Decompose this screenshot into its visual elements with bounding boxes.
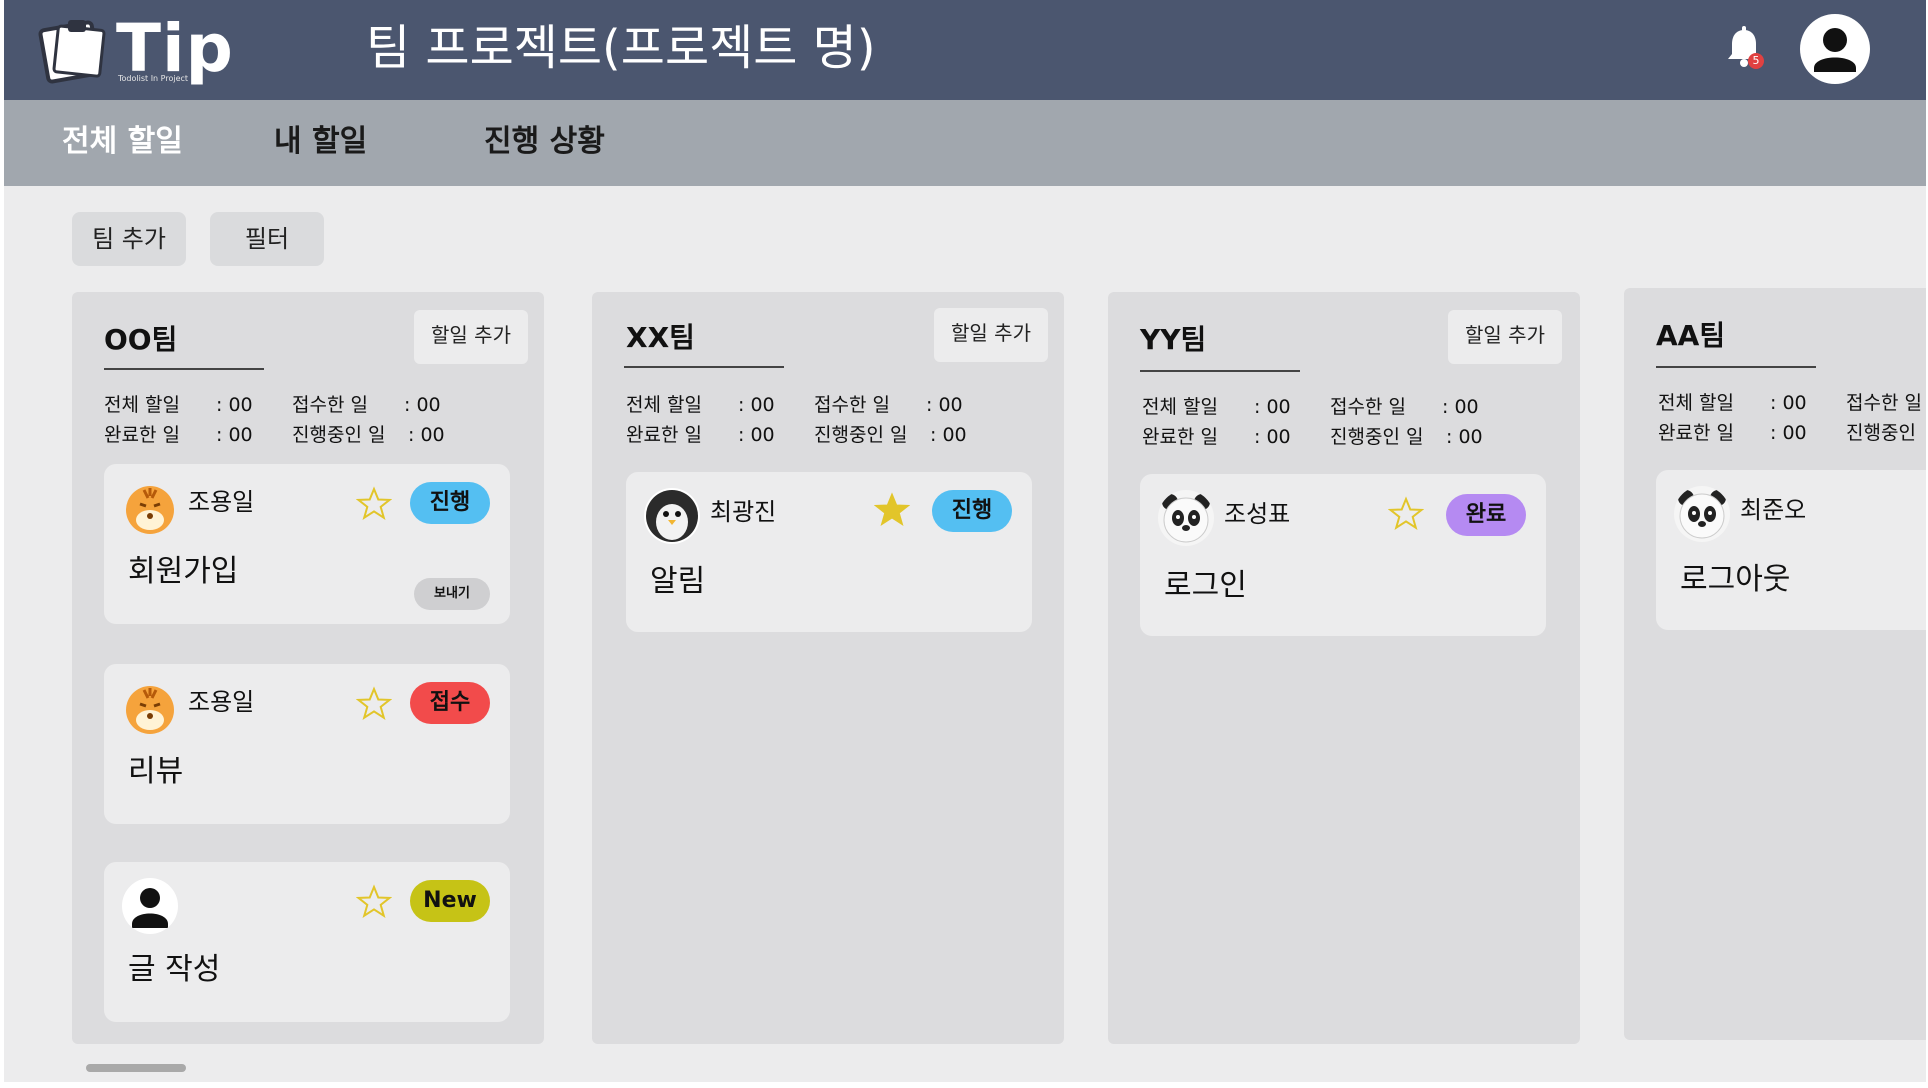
task-title: 로그아웃	[1680, 562, 1791, 597]
stat-progress-label: 진행중인 일	[814, 424, 908, 446]
stat-progress-value: : 00	[1446, 426, 1483, 448]
stat-total-label: 전체 할일	[104, 394, 180, 416]
task-title: 로그인	[1164, 568, 1247, 603]
main-nav: 전체 할일 내 할일 진행 상황	[4, 100, 1926, 186]
stat-total-value: : 00	[738, 394, 775, 416]
notification-count-badge: 5	[1748, 53, 1764, 69]
stat-received-label: 접수한 일	[1846, 392, 1922, 414]
user-avatar-icon	[1814, 28, 1856, 72]
penguin-avatar-icon	[644, 488, 700, 544]
logo-subtitle: Todolist In Project	[118, 74, 189, 83]
title-underline	[624, 366, 784, 368]
stat-done-label: 완료한 일	[1142, 426, 1218, 448]
add-task-button[interactable]: 할일 추가	[414, 310, 528, 364]
task-card[interactable]: 최광진 진행 알림	[626, 472, 1032, 632]
stat-done-value: : 00	[738, 424, 775, 446]
stat-progress-value: : 00	[408, 424, 445, 446]
title-underline	[1140, 370, 1300, 372]
stat-done-label: 완료한 일	[104, 424, 180, 446]
clipboard-logo-icon	[38, 20, 106, 84]
title-underline	[1656, 366, 1816, 368]
panda-avatar-icon	[1674, 486, 1730, 542]
star-icon[interactable]	[356, 884, 392, 920]
status-badge[interactable]: 완료	[1446, 494, 1526, 536]
stat-progress-label: 진행중인	[1846, 422, 1916, 444]
team-title: AA팀	[1656, 319, 1726, 352]
stat-total-value: : 00	[216, 394, 253, 416]
stat-done-value: : 00	[1770, 422, 1807, 444]
status-badge[interactable]: 진행	[932, 490, 1012, 532]
stat-received-label: 접수한 일	[814, 394, 890, 416]
add-team-button[interactable]: 팀 추가	[72, 212, 186, 266]
stat-received-label: 접수한 일	[292, 394, 368, 416]
tab-progress[interactable]: 진행 상황	[484, 122, 605, 162]
stat-total-value: : 00	[1770, 392, 1807, 414]
stat-done-label: 완료한 일	[1658, 422, 1734, 444]
star-icon[interactable]	[1388, 496, 1424, 532]
stat-progress-label: 진행중인 일	[292, 424, 386, 446]
add-task-button[interactable]: 할일 추가	[934, 308, 1048, 362]
send-button[interactable]: 보내기	[414, 578, 490, 610]
title-underline	[104, 368, 264, 370]
top-header: Tip Todolist In Project 팀 프로젝트(프로젝트 명) 5	[4, 0, 1926, 100]
app-frame: Tip Todolist In Project 팀 프로젝트(프로젝트 명) 5…	[4, 0, 1926, 1082]
stat-received-value: : 00	[404, 394, 441, 416]
task-card[interactable]: 조용일 접수 리뷰	[104, 664, 510, 824]
task-title: 글 작성	[128, 952, 221, 987]
stat-received-label: 접수한 일	[1330, 396, 1406, 418]
project-title: 팀 프로젝트(프로젝트 명)	[366, 20, 876, 76]
tiger-avatar-icon	[122, 480, 178, 536]
task-title: 회원가입	[128, 554, 239, 589]
stat-total-label: 전체 할일	[1658, 392, 1734, 414]
assignee-name: 조용일	[188, 688, 255, 716]
task-card[interactable]: 최준오 로그아웃	[1656, 470, 1926, 630]
stat-progress-value: : 00	[930, 424, 967, 446]
stat-total-value: : 00	[1254, 396, 1291, 418]
filter-button[interactable]: 필터	[210, 212, 324, 266]
task-card[interactable]: 조용일 진행 회원가입 보내기	[104, 464, 510, 624]
team-title: YY팀	[1140, 323, 1207, 356]
team-column-oo: OO팀 할일 추가 전체 할일 : 00 접수한 일 : 00 완료한 일 : …	[72, 292, 544, 1044]
stat-total-label: 전체 할일	[1142, 396, 1218, 418]
stat-received-value: : 00	[926, 394, 963, 416]
user-avatar-icon	[122, 878, 178, 934]
team-title: XX팀	[626, 321, 695, 354]
team-title: OO팀	[104, 323, 178, 356]
status-badge[interactable]: 접수	[410, 682, 490, 724]
stat-done-value: : 00	[216, 424, 253, 446]
star-filled-icon[interactable]	[874, 492, 910, 528]
stat-done-value: : 00	[1254, 426, 1291, 448]
assignee-name: 조용일	[188, 488, 255, 516]
assignee-name: 최준오	[1740, 496, 1807, 524]
horizontal-scrollbar[interactable]	[86, 1064, 186, 1072]
assignee-name: 조성표	[1224, 500, 1291, 528]
star-icon[interactable]	[356, 686, 392, 722]
assignee-name: 최광진	[710, 498, 777, 526]
profile-avatar-button[interactable]	[1800, 14, 1870, 84]
task-title: 리뷰	[128, 754, 184, 789]
team-column-aa: AA팀 전체 할일 : 00 접수한 일 완료한 일 : 00 진행중인 최준오…	[1624, 288, 1926, 1040]
stat-done-label: 완료한 일	[626, 424, 702, 446]
status-badge[interactable]: New	[410, 880, 490, 922]
tab-all-tasks[interactable]: 전체 할일	[62, 122, 183, 162]
tab-my-tasks[interactable]: 내 할일	[274, 122, 367, 162]
team-column-xx: XX팀 할일 추가 전체 할일 : 00 접수한 일 : 00 완료한 일 : …	[592, 292, 1064, 1044]
task-title: 알림	[650, 564, 706, 599]
team-column-yy: YY팀 할일 추가 전체 할일 : 00 접수한 일 : 00 완료한 일 : …	[1108, 292, 1580, 1044]
panda-avatar-icon	[1158, 490, 1214, 546]
task-card[interactable]: New 글 작성	[104, 862, 510, 1022]
stat-received-value: : 00	[1442, 396, 1479, 418]
stat-total-label: 전체 할일	[626, 394, 702, 416]
status-badge[interactable]: 진행	[410, 482, 490, 524]
task-card[interactable]: 조성표 완료 로그인	[1140, 474, 1546, 636]
add-task-button[interactable]: 할일 추가	[1448, 310, 1562, 364]
stat-progress-label: 진행중인 일	[1330, 426, 1424, 448]
tiger-avatar-icon	[122, 680, 178, 736]
star-icon[interactable]	[356, 486, 392, 522]
app-logo[interactable]: Tip Todolist In Project	[38, 10, 238, 90]
